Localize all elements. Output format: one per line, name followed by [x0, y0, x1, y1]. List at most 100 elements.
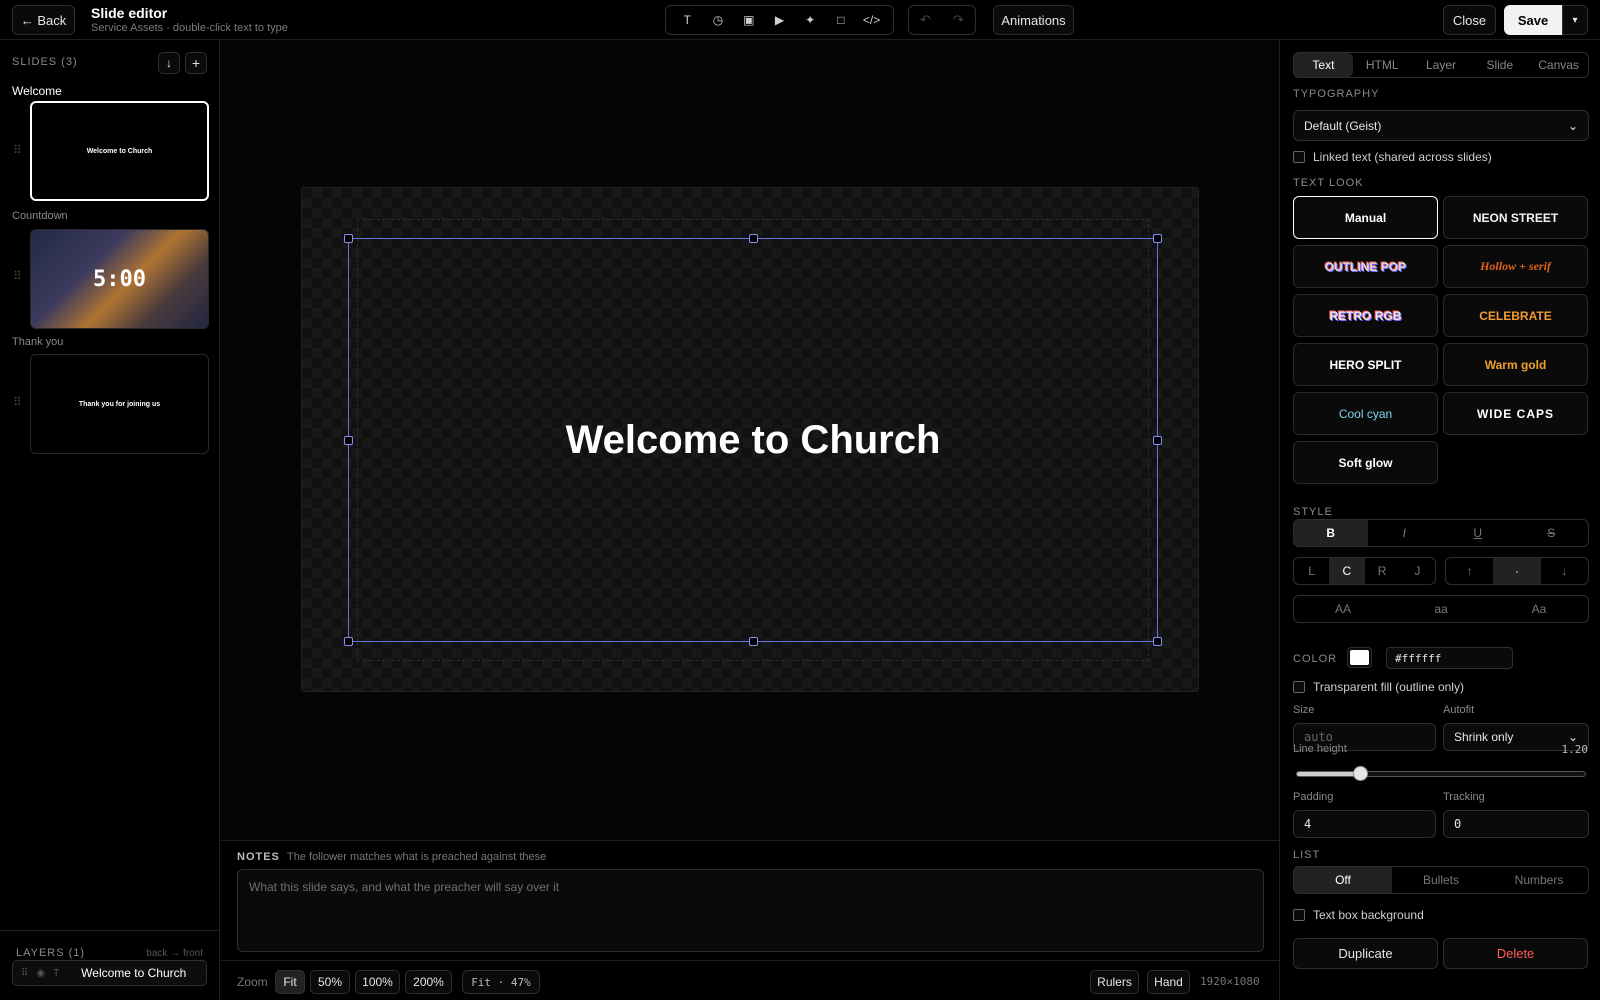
resize-handle-ne[interactable] [1153, 234, 1162, 243]
rulers-button[interactable]: Rulers [1090, 970, 1139, 994]
line-height-slider[interactable] [1296, 771, 1586, 777]
tab-html[interactable]: HTML [1353, 53, 1412, 77]
transparent-fill-row[interactable]: Transparent fill (outline only) [1293, 680, 1464, 694]
uppercase-button[interactable]: AA [1294, 596, 1392, 622]
horizontal-align-toggles: L C R J [1293, 557, 1436, 585]
align-center-button[interactable]: C [1329, 558, 1365, 584]
sparkle-tool-icon[interactable]: ✦ [796, 9, 824, 31]
textbox-background-row[interactable]: Text box background [1293, 908, 1424, 922]
text-look-soft-glow[interactable]: Soft glow [1293, 441, 1438, 484]
padding-input[interactable] [1293, 810, 1436, 838]
text-tool-icon[interactable]: T [673, 9, 701, 31]
align-bottom-button[interactable]: ↓ [1541, 558, 1588, 584]
timer-tool-icon[interactable]: ◷ [704, 9, 732, 31]
slide-canvas[interactable]: Welcome to Church [301, 187, 1199, 692]
resize-handle-w[interactable] [344, 436, 353, 445]
titlecase-button[interactable]: Aa [1490, 596, 1588, 622]
undo-icon[interactable]: ↶ [920, 12, 931, 28]
back-button[interactable]: ← Back [12, 5, 75, 35]
text-look-wide-caps[interactable]: WIDE CAPS [1443, 392, 1588, 435]
typography-heading: TYPOGRAPHY [1293, 88, 1380, 100]
slide-thumb-thank-you[interactable]: Thank you for joining us [30, 354, 209, 454]
line-height-slider-thumb[interactable] [1352, 766, 1368, 781]
add-slide-button[interactable]: + [185, 52, 207, 74]
align-top-button[interactable]: ↑ [1446, 558, 1493, 584]
delete-button[interactable]: Delete [1443, 938, 1588, 969]
text-look-outline-pop[interactable]: OUTLINE POP [1293, 245, 1438, 288]
align-right-button[interactable]: R [1365, 558, 1400, 584]
list-style-toggles: Off Bullets Numbers [1293, 866, 1589, 894]
color-hex-input[interactable] [1386, 647, 1513, 669]
linked-text-row[interactable]: Linked text (shared across slides) [1293, 150, 1492, 164]
zoom-label: Zoom [237, 975, 268, 989]
canvas-area[interactable]: Welcome to Church [221, 40, 1279, 840]
tab-canvas[interactable]: Canvas [1529, 53, 1588, 77]
font-select[interactable]: Default (Geist) ⌄ [1293, 110, 1589, 141]
underline-button[interactable]: U [1441, 520, 1515, 546]
resize-handle-nw[interactable] [344, 234, 353, 243]
drag-handle-icon[interactable]: ⠿ [13, 143, 22, 157]
shape-tool-icon[interactable]: □ [827, 9, 855, 31]
zoom-100-button[interactable]: 100% [355, 970, 400, 994]
italic-button[interactable]: I [1368, 520, 1442, 546]
tracking-input[interactable] [1443, 810, 1589, 838]
visibility-icon[interactable]: ◉ [36, 968, 45, 979]
redo-icon[interactable]: ↷ [953, 12, 964, 28]
slide-text[interactable]: Welcome to Church [566, 418, 941, 463]
save-button[interactable]: Save [1504, 5, 1562, 35]
save-options-chevron-icon[interactable]: ▾ [1562, 5, 1588, 35]
tab-layer[interactable]: Layer [1412, 53, 1471, 77]
transparent-fill-checkbox[interactable] [1293, 681, 1305, 693]
text-look-retro-rgb[interactable]: RETRO RGB [1293, 294, 1438, 337]
import-slides-button[interactable]: ↓ [158, 52, 180, 74]
html-tool-icon[interactable]: </> [858, 9, 886, 31]
drag-handle-icon[interactable]: ⠿ [13, 395, 22, 409]
layer-item[interactable]: ⠿ ◉ T Welcome to Church [12, 960, 207, 986]
text-look-celebrate[interactable]: CELEBRATE [1443, 294, 1588, 337]
video-tool-icon[interactable]: ▶ [765, 9, 793, 31]
align-middle-button[interactable]: · [1493, 558, 1541, 584]
duplicate-button[interactable]: Duplicate [1293, 938, 1438, 969]
strikethrough-button[interactable]: S [1515, 520, 1589, 546]
list-bullets-button[interactable]: Bullets [1392, 867, 1490, 893]
padding-label: Padding [1293, 791, 1334, 803]
color-swatch[interactable] [1347, 647, 1372, 668]
text-look-warm-gold[interactable]: Warm gold [1443, 343, 1588, 386]
lowercase-button[interactable]: aa [1392, 596, 1490, 622]
resize-handle-sw[interactable] [344, 637, 353, 646]
hand-tool-button[interactable]: Hand [1147, 970, 1190, 994]
tab-slide[interactable]: Slide [1470, 53, 1529, 77]
layer-name: Welcome to Church [81, 966, 187, 980]
animations-button[interactable]: Animations [993, 5, 1074, 35]
line-height-value: 1.20 [1561, 743, 1589, 756]
notes-input[interactable] [237, 869, 1264, 952]
layers-heading: LAYERS (1) [16, 947, 86, 959]
resize-handle-s[interactable] [749, 637, 758, 646]
tab-text[interactable]: Text [1294, 53, 1353, 77]
resize-handle-se[interactable] [1153, 637, 1162, 646]
text-look-hollow-serif[interactable]: Hollow + serif [1443, 245, 1588, 288]
zoom-200-button[interactable]: 200% [405, 970, 452, 994]
align-justify-button[interactable]: J [1400, 558, 1435, 584]
linked-text-checkbox[interactable] [1293, 151, 1305, 163]
slide-thumb-welcome[interactable]: Welcome to Church [30, 101, 209, 201]
image-tool-icon[interactable]: ▣ [735, 9, 763, 31]
close-button[interactable]: Close [1443, 5, 1496, 35]
selected-text-box[interactable]: Welcome to Church [344, 234, 1162, 646]
resize-handle-n[interactable] [749, 234, 758, 243]
bold-button[interactable]: B [1294, 520, 1368, 546]
resize-handle-e[interactable] [1153, 436, 1162, 445]
drag-handle-icon[interactable]: ⠿ [21, 968, 28, 979]
text-look-neon-street[interactable]: NEON STREET [1443, 196, 1588, 239]
zoom-50-button[interactable]: 50% [310, 970, 350, 994]
text-look-cool-cyan[interactable]: Cool cyan [1293, 392, 1438, 435]
drag-handle-icon[interactable]: ⠿ [13, 269, 22, 283]
text-look-hero-split[interactable]: HERO SPLIT [1293, 343, 1438, 386]
zoom-fit-button[interactable]: Fit [275, 970, 305, 994]
list-off-button[interactable]: Off [1294, 867, 1392, 893]
list-numbers-button[interactable]: Numbers [1490, 867, 1588, 893]
align-left-button[interactable]: L [1294, 558, 1329, 584]
textbox-background-checkbox[interactable] [1293, 909, 1305, 921]
text-look-manual[interactable]: Manual [1293, 196, 1438, 239]
slide-thumb-countdown[interactable]: 5:00 [30, 229, 209, 329]
